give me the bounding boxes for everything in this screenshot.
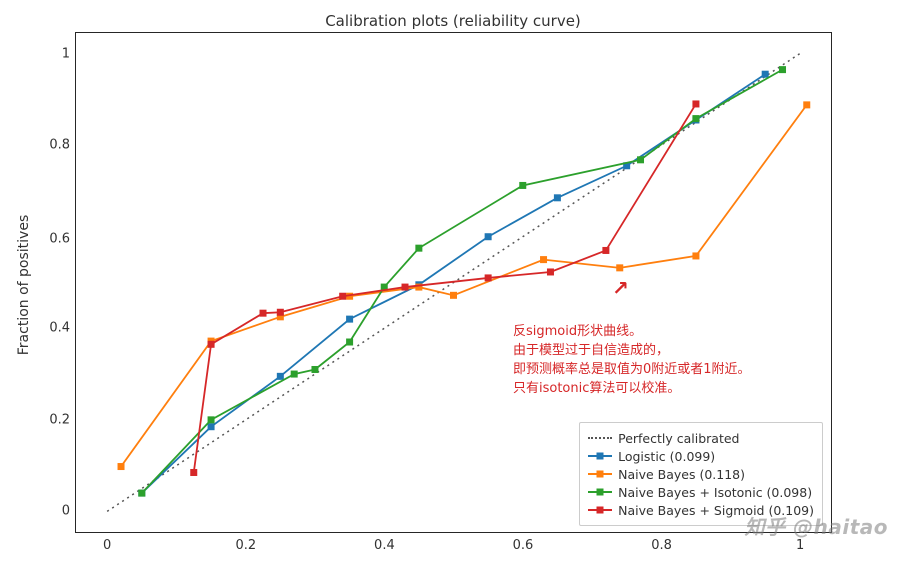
ytick-1: 0.2 [49, 412, 70, 427]
legend-item-logistic: Logistic (0.099) [588, 447, 814, 465]
annotation-arrow: ↗ [612, 276, 629, 300]
xtick-1: 0.2 [235, 538, 256, 553]
legend-item-isotonic: Naive Bayes + Isotonic (0.098) [588, 483, 814, 501]
ytick-4: 0.8 [49, 138, 70, 153]
legend-swatch-logistic [588, 455, 612, 457]
xtick-3: 0.6 [513, 538, 534, 553]
ytick-2: 0.4 [49, 321, 70, 336]
legend-label-logistic: Logistic (0.099) [618, 449, 715, 464]
anno-line-1: 反sigmoid形状曲线。 [513, 323, 813, 342]
ytick-0: 0 [62, 504, 70, 519]
ytick-5: 1 [62, 46, 70, 61]
watermark: 知乎 @haitao [745, 511, 888, 540]
ytick-3: 0.6 [49, 231, 70, 246]
anno-line-4: 只有isotonic算法可以校准。 [513, 380, 813, 399]
plot-area: 0 0.2 0.4 0.6 0.8 1 0 0.2 0.4 0.6 0.8 1 … [75, 32, 832, 533]
xtick-4: 0.8 [651, 538, 672, 553]
annotation-text: 反sigmoid形状曲线。 由于模型过于自信造成的， 即预测概率总是取值为0附近… [513, 323, 813, 398]
y-axis-label: Fraction of positives [16, 215, 32, 356]
legend-label-nb: Naive Bayes (0.118) [618, 467, 745, 482]
xtick-0: 0 [103, 538, 111, 553]
anno-line-2: 由于模型过于自信造成的， [513, 342, 813, 361]
legend-label-isotonic: Naive Bayes + Isotonic (0.098) [618, 485, 812, 500]
legend-swatch-nb [588, 473, 612, 475]
legend-swatch-perfect [588, 437, 612, 439]
legend-item-nb: Naive Bayes (0.118) [588, 465, 814, 483]
chart-title: Calibration plots (reliability curve) [0, 12, 906, 30]
legend-swatch-isotonic [588, 491, 612, 493]
xtick-2: 0.4 [374, 538, 395, 553]
anno-line-3: 即预测概率总是取值为0附近或者1附近。 [513, 361, 813, 380]
legend-label-perfect: Perfectly calibrated [618, 431, 739, 446]
legend-swatch-sigmoid [588, 509, 612, 511]
legend-item-perfect: Perfectly calibrated [588, 429, 814, 447]
xtick-5: 1 [796, 538, 804, 553]
